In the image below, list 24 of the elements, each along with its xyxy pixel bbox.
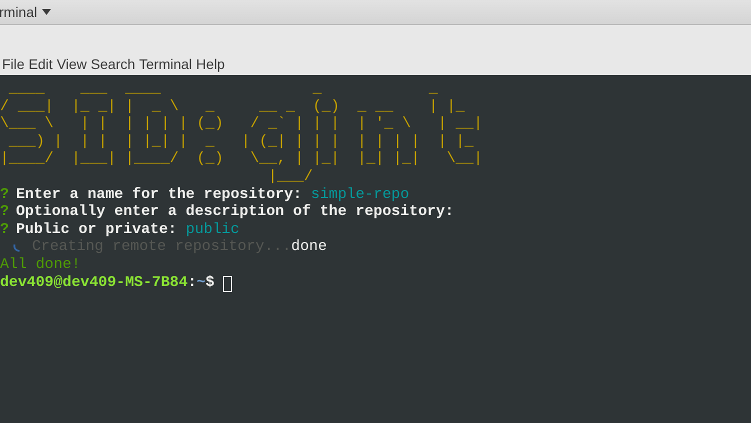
answer-text: public [184,222,240,239]
success-message: All done! [0,256,80,275]
window-title: rminal [0,4,38,20]
answer-text: simple-repo [310,186,410,204]
prompt-text: Enter a name for the repository: [16,186,302,204]
question-mark: ? [0,186,10,204]
question-mark: ? [0,222,10,240]
menu-item[interactable]: Help [196,56,229,72]
prompt-user-host: dev409@dev409-MS-7B84 [0,274,188,292]
caret-icon[interactable] [42,9,52,15]
prompt-text: Public or private: [16,222,177,239]
menu-item[interactable]: Terminal [139,56,196,72]
question-mark: ? [0,204,10,222]
ascii-art-title: ____ ___ ____ _ _ / ___| |_ _| | _ \ _ __ _ (_) _ __ | |_ \___ \ | | | | | | (_) / _` | | | | '_ \ | __| ___) | | | | |_| | _ | (_| | | | | | | | | |_ |____/ |___| |____/ (_) \__, | |_| |_| |_| \__| |___/ [0,81,484,187]
status-result: done [291,239,327,257]
prompt-symbol: $ [206,274,214,292]
menu-item[interactable]: Edit [28,56,57,72]
menu-item[interactable]: View [56,56,91,72]
prompt-text: Optionally enter a description of the repository: [16,204,454,222]
spinner-icon [12,244,20,252]
menu-item[interactable]: File [2,56,29,72]
menu-item[interactable]: Search [90,56,140,72]
prompt-path: ~ [196,274,206,292]
prompt-separator: : [188,274,197,292]
